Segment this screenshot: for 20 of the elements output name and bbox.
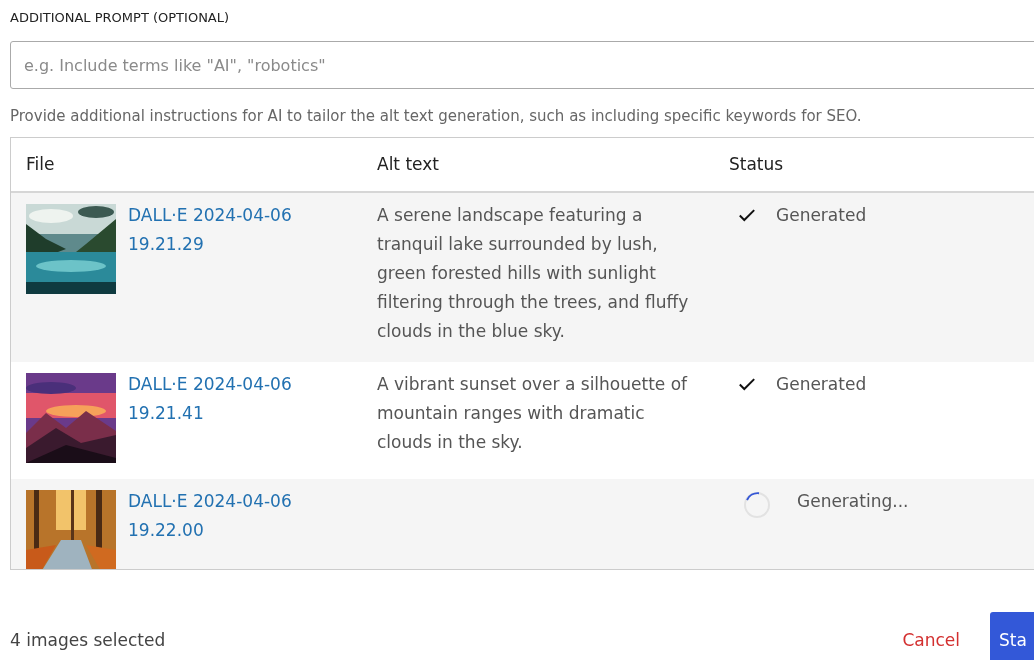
prompt-input[interactable]: e.g. Include terms like "AI", "robotics" (10, 41, 1034, 89)
cancel-button[interactable]: Cancel (902, 628, 960, 654)
file-link[interactable]: DALL·E 2024-04-06 19.22.00 (128, 487, 308, 569)
help-text: Provide additional instructions for AI to tailor the alt text generation, such as including specific keywords for SEO. (10, 106, 862, 127)
selection-count: 4 images selected (10, 629, 166, 653)
status-text: Generated (776, 373, 867, 396)
status-text: Generating... (797, 490, 909, 513)
alt-text: A vibrant sunset over a silhouette of mountain ranges with dramatic clouds in the sky. (377, 373, 689, 454)
status-text: Generated (776, 204, 867, 227)
column-header: Status (729, 153, 784, 174)
file-link[interactable]: DALL·E 2024-04-06 19.21.29 (128, 201, 308, 346)
column-header: Alt text (377, 153, 439, 174)
spinner-icon (743, 491, 771, 519)
column-header: File (26, 153, 55, 174)
start-button[interactable]: Sta (990, 612, 1034, 660)
field-label: ADDITIONAL PROMPT (OPTIONAL) (10, 9, 230, 27)
check-icon (738, 208, 756, 223)
alt-text: A serene landscape featuring a tranquil lake surrounded by lush, green forested hills with sunlight filtering through the trees, and fluffy clouds in the blue sky. (377, 204, 690, 343)
file-link[interactable]: DALL·E 2024-04-06 19.21.41 (128, 370, 308, 463)
check-icon (738, 377, 756, 392)
